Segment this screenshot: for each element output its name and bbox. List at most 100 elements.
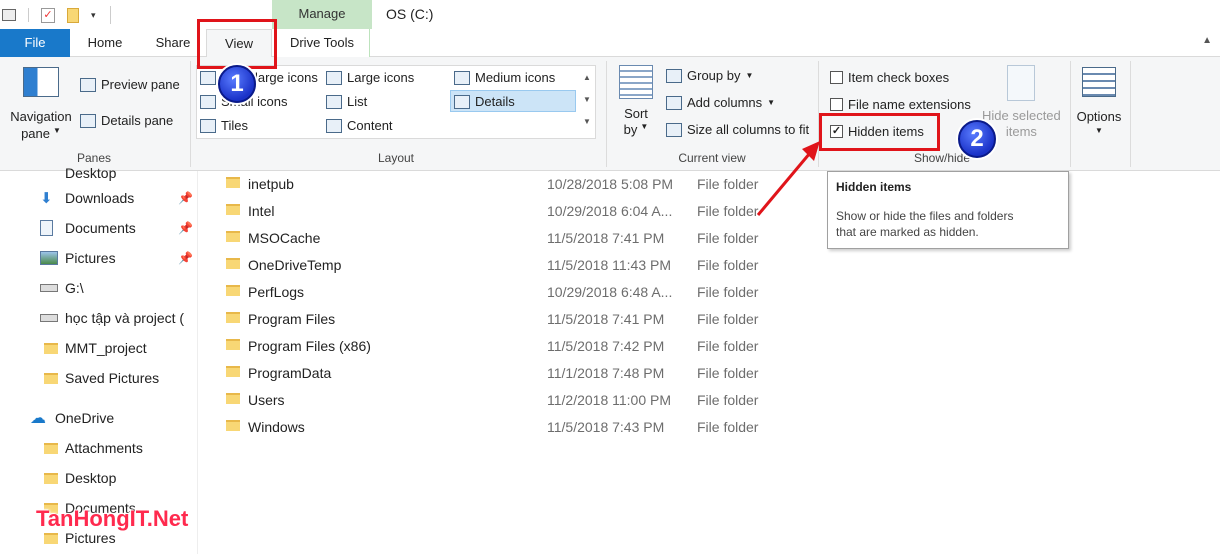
layout-tiles[interactable]: Tiles xyxy=(200,118,248,133)
layout-details[interactable]: Details xyxy=(454,94,515,109)
layout-list[interactable]: List xyxy=(326,94,367,109)
tab-drive-tools[interactable]: Drive Tools xyxy=(274,29,370,57)
list-icon xyxy=(326,94,342,109)
file-type: File folder xyxy=(697,310,759,327)
sort-by-button[interactable]: Sort by ▼ xyxy=(616,65,656,137)
navigation-pane: Desktop ⬇ Downloads 📌 Documents 📌 Picture… xyxy=(0,165,198,554)
window-title: OS (C:) xyxy=(386,6,434,22)
file-name: OneDriveTemp xyxy=(248,256,342,273)
quick-access-toolbar: ✓ ▾ xyxy=(0,4,111,26)
nav-item-g-drive[interactable]: G:\ xyxy=(40,273,84,303)
navigation-pane-button[interactable]: Navigation pane ▼ xyxy=(8,67,74,141)
title-bar xyxy=(0,0,1220,29)
file-name-extensions-toggle[interactable]: File name extensions xyxy=(830,97,971,112)
tab-file[interactable]: File xyxy=(0,29,70,57)
nav-item-attachments[interactable]: Attachments xyxy=(44,433,143,463)
file-row[interactable]: PerfLogs 10/29/2018 6:48 A... File folder xyxy=(220,278,780,305)
tooltip-body-2: that are marked as hidden. xyxy=(836,225,979,239)
file-type: File folder xyxy=(697,418,759,435)
file-name: inetpub xyxy=(248,175,294,192)
navigation-pane-label-2: pane xyxy=(21,126,50,141)
nav-item-desktop[interactable]: Desktop xyxy=(40,163,116,183)
layout-scroll-buttons[interactable]: ▲ ▼ ▼ xyxy=(580,67,594,137)
annotation-badge-1: 1 xyxy=(218,65,256,103)
hide-selected-label-2: items xyxy=(1005,124,1037,139)
properties-icon[interactable]: ✓ xyxy=(41,7,55,23)
pin-icon[interactable]: 📌 xyxy=(178,191,193,205)
manage-contextual-tab[interactable]: Manage xyxy=(272,0,372,29)
app-icon[interactable] xyxy=(2,9,16,21)
item-check-boxes-toggle[interactable]: Item check boxes xyxy=(830,70,949,85)
layout-item-label: Details xyxy=(475,94,515,109)
navigation-pane-icon xyxy=(23,67,59,97)
file-name-extensions-checkbox[interactable] xyxy=(830,98,843,111)
nav-item-mmt-project[interactable]: MMT_project xyxy=(44,333,147,363)
file-name: Program Files (x86) xyxy=(248,337,371,354)
file-row[interactable]: Program Files (x86) 11/5/2018 7:42 PM File… xyxy=(220,332,780,359)
group-separator xyxy=(1070,61,1071,167)
details-pane-button[interactable]: Details pane xyxy=(80,113,173,128)
pictures-icon xyxy=(40,251,58,265)
hide-selected-label: Hide selected xyxy=(982,108,1061,123)
file-date: 11/5/2018 7:41 PM xyxy=(547,229,665,246)
ribbon-expand-icon[interactable]: ▲ xyxy=(1202,35,1212,46)
scroll-down-icon[interactable]: ▼ xyxy=(580,89,594,111)
file-row[interactable]: Users 11/2/2018 11:00 PM File folder xyxy=(220,386,780,413)
nav-item-onedrive[interactable]: ☁ OneDrive xyxy=(30,403,114,433)
group-separator xyxy=(606,61,607,167)
qat-dropdown-icon[interactable]: ▾ xyxy=(91,10,96,21)
folder-icon xyxy=(226,285,240,296)
file-type: File folder xyxy=(697,391,759,408)
add-columns-button[interactable]: Add columns ▼ xyxy=(666,95,775,110)
pin-icon[interactable]: 📌 xyxy=(178,251,193,265)
group-label-layout: Layout xyxy=(377,151,415,165)
folder-icon xyxy=(44,342,58,354)
file-date: 10/29/2018 6:48 A... xyxy=(547,283,673,300)
options-label: Options xyxy=(1076,109,1122,124)
nav-item-onedrive-desktop[interactable]: Desktop xyxy=(44,463,116,493)
drive-icon xyxy=(40,284,58,292)
file-row[interactable]: OneDriveTemp 11/5/2018 11:43 PM File folde… xyxy=(220,251,780,278)
group-by-button[interactable]: Group by ▼ xyxy=(666,68,753,83)
group-separator xyxy=(190,61,191,167)
pin-icon[interactable]: 📌 xyxy=(178,221,193,235)
tab-share[interactable]: Share xyxy=(142,29,204,57)
nav-item-hoc-tap[interactable]: học tập và project ( xyxy=(40,303,184,333)
hidden-items-tooltip: Hidden items Show or hide the files and … xyxy=(827,171,1069,249)
nav-item-label: Downloads xyxy=(65,190,135,206)
layout-content[interactable]: Content xyxy=(326,118,393,133)
folder-icon xyxy=(44,442,58,454)
nav-item-saved-pictures[interactable]: Saved Pictures xyxy=(44,363,159,393)
details-icon xyxy=(454,94,470,109)
large-icons-icon xyxy=(326,70,342,85)
preview-pane-label: Preview pane xyxy=(101,77,180,92)
drive-icon xyxy=(40,314,58,322)
ribbon-view: Navigation pane ▼ Preview pane Details pa… xyxy=(0,57,1220,171)
nav-item-pictures[interactable]: Pictures xyxy=(40,243,116,273)
file-row[interactable]: MSOCache 11/5/2018 7:41 PM File folder xyxy=(220,224,780,251)
file-row[interactable]: inetpub 10/28/2018 5:08 PM File folder xyxy=(220,170,780,197)
file-row[interactable]: Windows 11/5/2018 7:43 PM File folder xyxy=(220,413,780,440)
layout-large-icons[interactable]: Large icons xyxy=(326,70,414,85)
file-row[interactable]: ProgramData 11/1/2018 7:48 PM File folder xyxy=(220,359,780,386)
scroll-up-icon[interactable]: ▲ xyxy=(580,67,594,89)
new-folder-icon[interactable] xyxy=(67,7,79,23)
nav-item-documents[interactable]: Documents xyxy=(40,213,136,243)
layout-item-label: Large icons xyxy=(347,70,415,85)
file-name: Program Files xyxy=(248,310,336,327)
item-check-boxes-checkbox[interactable] xyxy=(830,71,843,84)
options-button[interactable]: Options ▼ xyxy=(1076,67,1122,135)
nav-item-downloads[interactable]: ⬇ Downloads xyxy=(40,183,134,213)
file-row[interactable]: Intel 10/29/2018 6:04 A... File folder xyxy=(220,197,780,224)
tab-home[interactable]: Home xyxy=(72,29,138,57)
preview-pane-button[interactable]: Preview pane xyxy=(80,77,180,92)
gallery-more-icon[interactable]: ▼ xyxy=(580,111,594,133)
file-row[interactable]: Program Files 11/5/2018 7:41 PM File folde… xyxy=(220,305,780,332)
folder-icon xyxy=(226,393,240,404)
layout-medium-icons[interactable]: Medium icons xyxy=(454,70,555,85)
small-icons-icon xyxy=(200,94,216,109)
folder-icon xyxy=(226,258,240,269)
annotation-box-hidden-items xyxy=(819,113,940,151)
hide-selected-items-button[interactable]: Hide selected items xyxy=(982,65,1061,139)
file-type: File folder xyxy=(697,256,759,273)
